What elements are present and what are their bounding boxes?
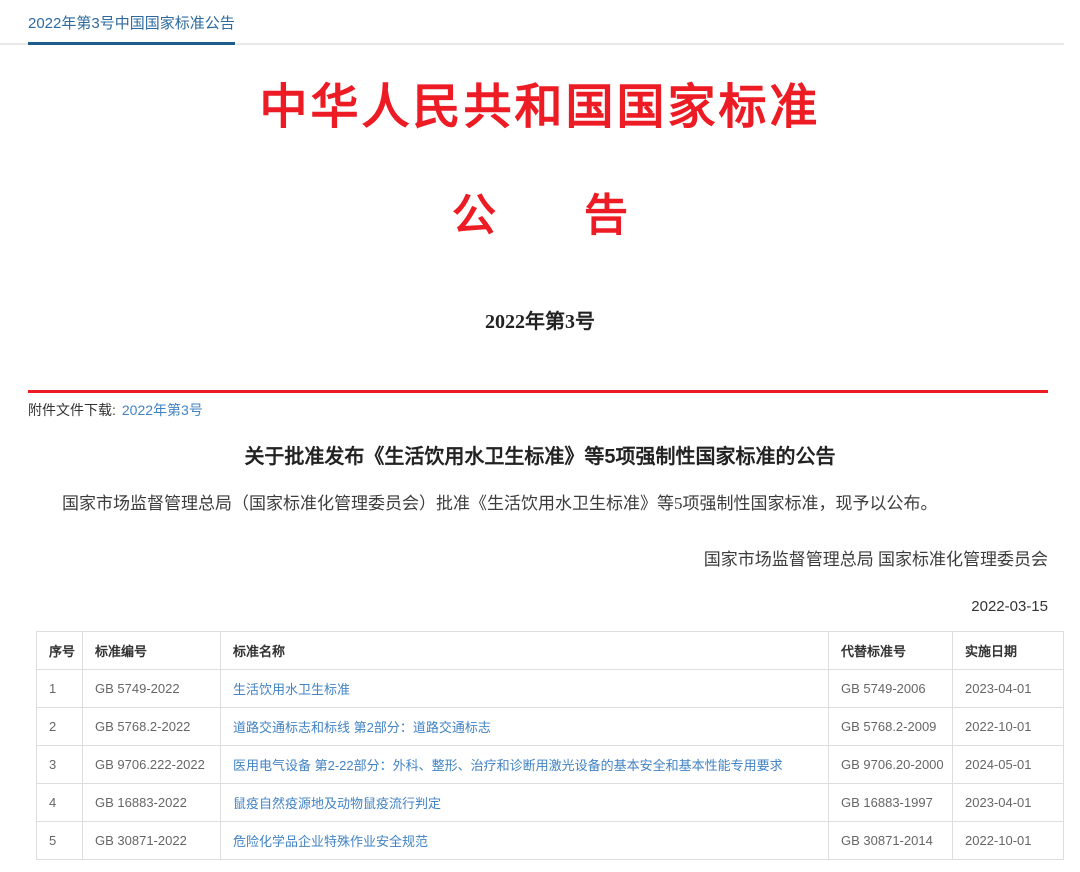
attachment-link[interactable]: 2022年第3号: [122, 402, 203, 418]
cell-standard-name: 鼠疫自然疫源地及动物鼠疫流行判定: [221, 783, 829, 821]
cell-serial: 1: [37, 669, 83, 707]
tab-announcement[interactable]: 2022年第3号中国国家标准公告: [28, 12, 235, 45]
table-row: 5 GB 30871-2022 危险化学品企业特殊作业安全规范 GB 30871…: [37, 821, 1064, 859]
red-divider: [28, 390, 1048, 393]
cell-standard-code: GB 30871-2022: [83, 821, 221, 859]
issue-number: 2022年第3号: [0, 305, 1080, 334]
attachment-row: 附件文件下载: 2022年第3号: [28, 400, 1080, 420]
table-row: 2 GB 5768.2-2022 道路交通标志和标线 第2部分：道路交通标志 G…: [37, 707, 1064, 745]
standard-name-link[interactable]: 生活饮用水卫生标准: [233, 682, 350, 697]
cell-replaced-code: GB 5768.2-2009: [829, 707, 953, 745]
document-title: 中华人民共和国国家标准: [0, 67, 1080, 137]
cell-standard-name: 医用电气设备 第2-22部分：外科、整形、治疗和诊断用激光设备的基本安全和基本性…: [221, 745, 829, 783]
cell-standard-code: GB 5768.2-2022: [83, 707, 221, 745]
header-implementation-date: 实施日期: [953, 631, 1064, 669]
announcement-title: 关于批准发布《生活饮用水卫生标准》等5项强制性国家标准的公告: [0, 440, 1080, 469]
header-serial: 序号: [37, 631, 83, 669]
cell-standard-code: GB 9706.222-2022: [83, 745, 221, 783]
page: 2022年第3号中国国家标准公告 中华人民共和国国家标准 公 告 2022年第3…: [0, 0, 1080, 872]
cell-implementation-date: 2023-04-01: [953, 669, 1064, 707]
cell-implementation-date: 2023-04-01: [953, 783, 1064, 821]
header-standard-code: 标准编号: [83, 631, 221, 669]
cell-standard-code: GB 5749-2022: [83, 669, 221, 707]
cell-standard-code: GB 16883-2022: [83, 783, 221, 821]
table-row: 3 GB 9706.222-2022 医用电气设备 第2-22部分：外科、整形、…: [37, 745, 1064, 783]
header-standard-name: 标准名称: [221, 631, 829, 669]
issuer-line: 国家市场监督管理总局 国家标准化管理委员会: [0, 545, 1048, 570]
cell-replaced-code: GB 5749-2006: [829, 669, 953, 707]
attachment-label: 附件文件下载:: [28, 402, 116, 418]
cell-implementation-date: 2024-05-01: [953, 745, 1064, 783]
table-row: 1 GB 5749-2022 生活饮用水卫生标准 GB 5749-2006 20…: [37, 669, 1064, 707]
cell-serial: 2: [37, 707, 83, 745]
document-subtitle: 公 告: [0, 179, 1080, 243]
cell-serial: 3: [37, 745, 83, 783]
standards-table: 序号 标准编号 标准名称 代替标准号 实施日期 1 GB 5749-2022 生…: [36, 631, 1064, 860]
cell-standard-name: 危险化学品企业特殊作业安全规范: [221, 821, 829, 859]
standard-name-link[interactable]: 医用电气设备 第2-22部分：外科、整形、治疗和诊断用激光设备的基本安全和基本性…: [233, 758, 783, 773]
cell-implementation-date: 2022-10-01: [953, 821, 1064, 859]
issue-date: 2022-03-15: [0, 598, 1048, 615]
table-row: 4 GB 16883-2022 鼠疫自然疫源地及动物鼠疫流行判定 GB 1688…: [37, 783, 1064, 821]
header-replaced-code: 代替标准号: [829, 631, 953, 669]
cell-replaced-code: GB 16883-1997: [829, 783, 953, 821]
standard-name-link[interactable]: 道路交通标志和标线 第2部分：道路交通标志: [233, 720, 491, 735]
cell-standard-name: 生活饮用水卫生标准: [221, 669, 829, 707]
cell-serial: 4: [37, 783, 83, 821]
cell-serial: 5: [37, 821, 83, 859]
cell-standard-name: 道路交通标志和标线 第2部分：道路交通标志: [221, 707, 829, 745]
cell-implementation-date: 2022-10-01: [953, 707, 1064, 745]
cell-replaced-code: GB 9706.20-2000: [829, 745, 953, 783]
standard-name-link[interactable]: 鼠疫自然疫源地及动物鼠疫流行判定: [233, 796, 441, 811]
cell-replaced-code: GB 30871-2014: [829, 821, 953, 859]
standard-name-link[interactable]: 危险化学品企业特殊作业安全规范: [233, 834, 428, 849]
table-header-row: 序号 标准编号 标准名称 代替标准号 实施日期: [37, 631, 1064, 669]
tab-bar: 2022年第3号中国国家标准公告: [0, 0, 1064, 45]
announcement-body: 国家市场监督管理总局（国家标准化管理委员会）批准《生活饮用水卫生标准》等5项强制…: [28, 491, 1048, 517]
